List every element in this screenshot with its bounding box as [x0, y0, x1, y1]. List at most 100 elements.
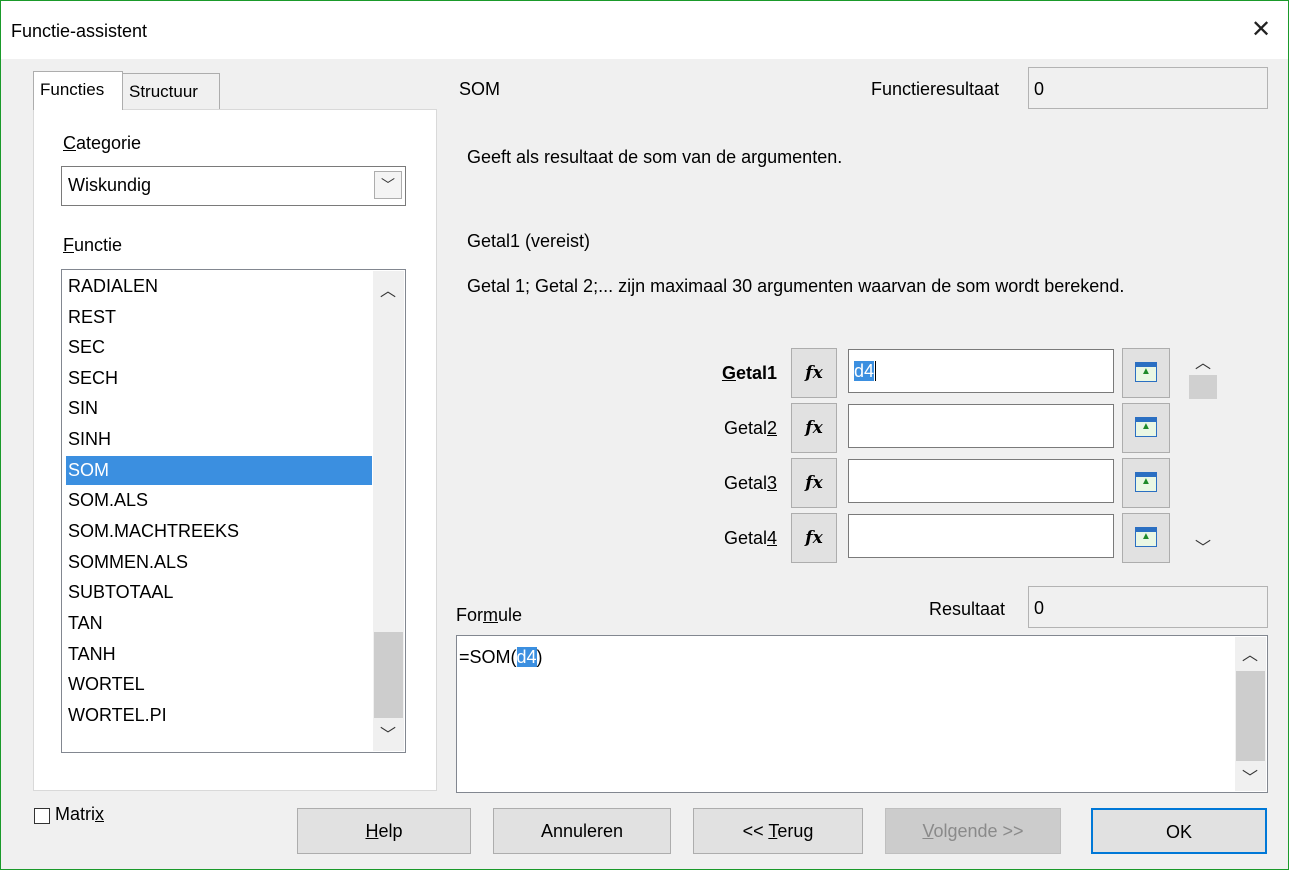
function-result-field [1028, 67, 1268, 109]
scrollbar-thumb[interactable] [374, 632, 403, 718]
matrix-label-main: Matri [55, 804, 95, 824]
function-list[interactable]: RADIALEN REST SEC SECH SIN SINH SOM SOM.… [61, 269, 406, 753]
list-item[interactable]: RADIALEN [66, 272, 372, 301]
chevron-down-icon[interactable]: ﹀ [376, 721, 400, 745]
matrix-label-mnemonic: x [95, 804, 104, 824]
chevron-down-icon[interactable]: ﹀ [374, 171, 402, 199]
shrink-dialog-button[interactable] [1122, 403, 1170, 453]
title-bar: Functie-assistent ✕ [1, 1, 1288, 59]
shrink-dialog-button[interactable] [1122, 348, 1170, 398]
function-description: Geeft als resultaat de som van de argume… [467, 147, 843, 167]
chevron-up-icon[interactable]: ︿ [376, 277, 400, 301]
list-item-selected[interactable]: SOM [66, 456, 372, 485]
function-label: Functie [63, 235, 122, 256]
function-label-mnemonic: F [63, 235, 74, 255]
formula-text-after: ) [536, 647, 543, 667]
result-label: Resultaat [929, 599, 1006, 619]
result-value: 0 [1034, 598, 1045, 618]
list-item[interactable]: SOM.ALS [66, 486, 372, 515]
function-result-value: 0 [1034, 79, 1045, 99]
list-item[interactable]: WORTEL [66, 670, 372, 699]
list-item[interactable]: SOM.MACHTREEKS [66, 517, 372, 546]
cancel-button[interactable]: Annuleren [493, 808, 671, 854]
result-field [1028, 586, 1268, 628]
formula-scrollbar-thumb[interactable] [1236, 671, 1265, 761]
list-item[interactable]: REST [66, 303, 372, 332]
arg-label-mnemonic: G [721, 363, 736, 383]
list-item[interactable]: WORTEL.PI [66, 701, 372, 730]
argument-input-getal1[interactable]: d4 [848, 349, 1114, 393]
help-label-rest: elp [378, 821, 403, 841]
argument-name: Getal1 (vereist) [467, 231, 591, 251]
argument-scrollbar-thumb[interactable] [1189, 375, 1217, 399]
argument-description: Getal 1; Getal 2;... zijn maximaal 30 ar… [467, 276, 1125, 296]
argument-input-getal3[interactable] [848, 459, 1114, 503]
function-wizard-dialog: Functie-assistent ✕ Functies Structuur C… [0, 0, 1289, 870]
back-button[interactable]: << Terug [693, 808, 863, 854]
function-name: SOM [459, 79, 501, 99]
list-item[interactable]: SOMMEN.ALS [66, 548, 372, 577]
chevron-down-icon[interactable]: ﹀ [1238, 764, 1262, 788]
list-item[interactable]: TANH [66, 640, 372, 669]
next-mnemonic: V [922, 821, 934, 841]
fx-button[interactable]: fx [791, 513, 837, 563]
formula-text-highlight: d4 [516, 647, 537, 667]
ok-button[interactable]: OK [1091, 808, 1267, 854]
arg-label-pre: Getal [723, 418, 767, 438]
argument-label-getal2: Getal2 [677, 418, 777, 439]
list-item[interactable]: SECH [66, 364, 372, 393]
argument-label-getal4: Getal4 [677, 528, 777, 549]
shrink-icon [1135, 417, 1157, 437]
list-item[interactable]: SUBTOTAAL [66, 578, 372, 607]
list-item[interactable]: SIN [66, 394, 372, 423]
arg-label-pre: Getal [723, 473, 767, 493]
list-item[interactable]: SINH [66, 425, 372, 454]
back-mnemonic: T [768, 821, 778, 841]
chevron-down-icon[interactable]: ﹀ [1191, 534, 1215, 558]
tab-structuur[interactable]: Structuur [122, 73, 220, 109]
shrink-dialog-button[interactable] [1122, 458, 1170, 508]
formula-label-post: ule [498, 605, 523, 625]
fx-button[interactable]: fx [791, 403, 837, 453]
category-label-rest: ategorie [76, 133, 142, 153]
arg-label-pre: Getal [723, 528, 767, 548]
formula-label: Formule [456, 605, 522, 626]
function-label-rest: unctie [74, 235, 123, 255]
formula-label-mnemonic: m [483, 605, 498, 625]
matrix-checkbox[interactable] [34, 808, 50, 824]
arg-label-mnemonic: 2 [766, 418, 777, 438]
argument-input-getal4[interactable] [848, 514, 1114, 558]
window-title: Functie-assistent [11, 21, 148, 41]
help-button[interactable]: Help [297, 808, 471, 854]
chevron-up-icon[interactable]: ︿ [1191, 349, 1215, 373]
function-result-label: Functieresultaat [871, 79, 1000, 99]
category-label-mnemonic: C [63, 133, 76, 153]
formula-editor[interactable] [456, 635, 1268, 793]
argument-label-getal1: Getal1 [677, 363, 777, 384]
next-label-rest: olgende >> [933, 821, 1024, 841]
argument-label-getal3: Getal3 [677, 473, 777, 494]
arg-label-mnemonic: 3 [766, 473, 777, 493]
matrix-label: Matrix [55, 804, 104, 825]
shrink-icon [1135, 527, 1157, 547]
help-mnemonic: H [365, 821, 379, 841]
back-label-pre: << [742, 821, 769, 841]
argument-input-getal2[interactable] [848, 404, 1114, 448]
formula-label-pre: For [456, 605, 483, 625]
next-button: Volgende >> [885, 808, 1061, 854]
fx-button[interactable]: fx [791, 348, 837, 398]
argument-value-getal1: d4 [854, 361, 875, 381]
category-value: Wiskundig [68, 175, 152, 195]
fx-button[interactable]: fx [791, 458, 837, 508]
close-icon[interactable]: ✕ [1241, 11, 1281, 49]
formula-text[interactable]: =SOM(d4) [459, 647, 543, 668]
back-label-rest: erug [777, 821, 814, 841]
chevron-up-icon[interactable]: ︿ [1238, 641, 1262, 665]
list-item[interactable]: TAN [66, 609, 372, 638]
category-label: Categorie [63, 133, 141, 154]
shrink-dialog-button[interactable] [1122, 513, 1170, 563]
list-item[interactable]: SEC [66, 333, 372, 362]
tab-functies[interactable]: Functies [33, 71, 123, 110]
formula-text-before: =SOM( [459, 647, 517, 667]
shrink-icon [1135, 362, 1157, 382]
